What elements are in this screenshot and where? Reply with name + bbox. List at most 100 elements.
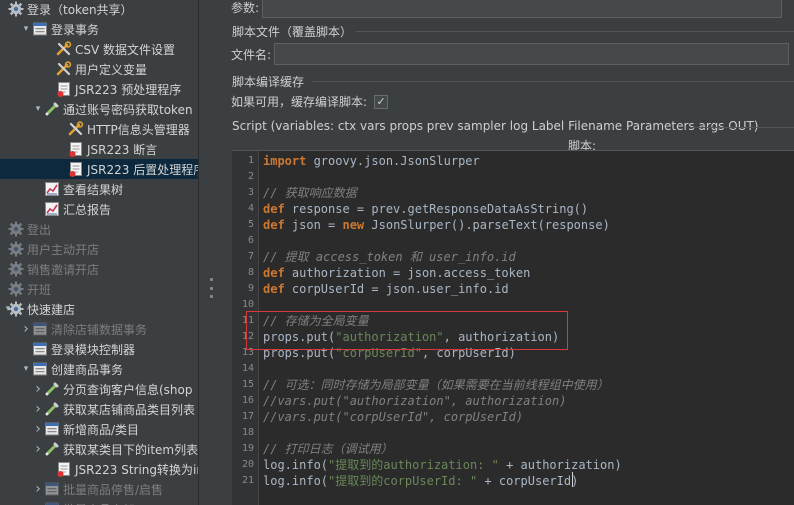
gear-icon — [8, 221, 24, 237]
splitter-grip-icon[interactable] — [208, 278, 214, 298]
test-plan-tree: 登录（token共享） ▾ 登录事务 CSV 数据文件设置用户定义变量 JSR223 预… — [0, 0, 198, 505]
code-line[interactable]: // 打印日志（调试用） — [263, 441, 393, 457]
tree-node[interactable]: JSR223 后置处理程序 — [0, 159, 198, 179]
code-line[interactable]: def corpUserId = json.user_info.id — [263, 281, 509, 297]
code-line[interactable]: def response = prev.getResponseDataAsStr… — [263, 201, 588, 217]
tree-node-label: 创建商品事务 — [51, 362, 124, 377]
tree-node[interactable]: HTTP信息头管理器 — [0, 119, 198, 139]
tree-node-label: 开班 — [27, 282, 52, 297]
tree-node[interactable]: › 新增商品/类目 — [0, 419, 198, 439]
params-input[interactable] — [262, 0, 783, 18]
code-line[interactable]: def authorization = json.access_token — [263, 265, 530, 281]
expand-arrow-right-icon[interactable]: › — [32, 399, 44, 419]
expand-arrow-right-icon[interactable]: › — [32, 499, 44, 505]
code-token: "提取到的authorization: " — [328, 458, 499, 472]
code-token: "提取到的corpUserId: " — [328, 474, 478, 488]
cache-row: 如果可用，缓存编译脚本: ✓ — [231, 93, 389, 110]
tree-node[interactable]: 用户主动开店 — [0, 239, 198, 259]
tree-node[interactable]: ▾ 通过账号密码获取token — [0, 99, 198, 119]
gear-icon — [8, 241, 24, 257]
code-line[interactable]: log.info("提取到的authorization: " + authori… — [263, 457, 622, 473]
expand-arrow-right-icon[interactable]: › — [32, 379, 44, 399]
sampler-pipette-icon — [44, 101, 60, 117]
gear-icon — [8, 301, 24, 317]
tree-node[interactable]: ▾ 快速建店 — [0, 299, 198, 319]
tree-node[interactable]: CSV 数据文件设置 — [0, 39, 198, 59]
code-line[interactable]: log.info("提取到的corpUserId: " + corpUserId… — [263, 473, 578, 489]
code-line[interactable]: //vars.put("authorization", authorizatio… — [263, 393, 566, 409]
script-editor[interactable]: 1 2 3 4 5 6 7 8 9 10 11 12 13 14 15 16 17 18 19 20 21 import… — [232, 150, 794, 505]
tree-node-label: 新增商品/类目 — [63, 422, 140, 437]
tree-node[interactable]: 登录模块控制器 — [0, 339, 198, 359]
tree-node[interactable]: 登出 — [0, 219, 198, 239]
params-row: 参数: — [231, 0, 783, 18]
tree-node[interactable]: JSR223 断言 — [0, 139, 198, 159]
tree-node[interactable]: › 获取某店铺商品类目列表 — [0, 399, 198, 419]
code-line[interactable]: import groovy.json.JsonSlurper — [263, 153, 480, 169]
tree-node[interactable]: ▾ 创建商品事务 — [0, 359, 198, 379]
expand-arrow-right-icon[interactable]: › — [32, 439, 44, 459]
code-token: json = — [284, 218, 343, 232]
tree-node-label: 登录模块控制器 — [51, 342, 136, 357]
line-number: 7 — [247, 251, 254, 262]
script-icon — [56, 461, 72, 477]
expand-arrow-down-icon[interactable]: ▾ — [20, 359, 32, 379]
tree-node[interactable]: › 清除店铺数据事务 — [0, 319, 198, 339]
tree-node-label: 快速建店 — [27, 302, 76, 317]
code-token: corpUserId = json.user_info.id — [284, 282, 509, 296]
section-divider — [312, 81, 794, 82]
script-icon — [68, 161, 84, 177]
code-line[interactable]: def json = new JsonSlurper().parseText(r… — [263, 217, 610, 233]
code-token: //vars.put("corpUserId", corpUserId) — [263, 410, 524, 424]
params-label: 参数: — [231, 0, 260, 15]
tree-node[interactable]: › 获取某类目下的item列表 — [0, 439, 198, 459]
expand-arrow-right-icon[interactable]: › — [32, 479, 44, 499]
line-number: 6 — [247, 235, 254, 246]
compile-cache-title: 脚本编译缓存 — [232, 75, 305, 89]
expand-arrow-right-icon[interactable]: › — [20, 319, 32, 339]
expand-arrow-down-icon[interactable]: ▾ — [32, 99, 44, 119]
filename-input[interactable] — [274, 43, 790, 65]
tree-node[interactable]: 登录（token共享） — [0, 0, 198, 19]
sampler-pipette-icon — [44, 381, 60, 397]
filename-row: 文件名: — [231, 43, 790, 65]
tree-node[interactable]: › 批量商品停售/启售 — [0, 479, 198, 499]
code-token: // 获取响应数据 — [263, 186, 357, 200]
script-title: Script (variables: ctx vars props prev s… — [232, 119, 759, 133]
tree-node-label: 批量商品停售/启售 — [63, 482, 164, 497]
line-number: 14 — [241, 363, 254, 374]
tree-node[interactable]: 查看结果树 — [0, 179, 198, 199]
script-icon — [68, 141, 84, 157]
tree-node[interactable]: 用户定义变量 — [0, 59, 198, 79]
tree-node-label: CSV 数据文件设置 — [75, 42, 176, 57]
expand-arrow-right-icon[interactable]: › — [32, 419, 44, 439]
tree-node[interactable]: 汇总报告 — [0, 199, 198, 219]
tree-node[interactable]: 开班 — [0, 279, 198, 299]
code-line[interactable]: // 提取 access_token 和 user_info.id — [263, 249, 516, 265]
tree-node[interactable]: › 分页查询客户信息(shop — [0, 379, 198, 399]
cache-compiled-checkbox[interactable]: ✓ — [374, 94, 389, 109]
panel-splitter[interactable] — [198, 0, 226, 505]
tree-node[interactable]: 销售邀请开店 — [0, 259, 198, 279]
line-number: 8 — [247, 267, 254, 278]
highlight-annotation-box — [246, 311, 568, 350]
tree-node-label: 用户主动开店 — [27, 242, 100, 257]
code-line[interactable]: // 获取响应数据 — [263, 185, 357, 201]
gear-icon — [8, 281, 24, 297]
tree-node[interactable]: JSR223 String转换为intg — [0, 459, 198, 479]
code-token: JsonSlurper().parseText(response) — [364, 218, 610, 232]
listener-chart-icon — [44, 181, 60, 197]
expand-arrow-down-icon[interactable]: ▾ — [20, 19, 32, 39]
config-wrench-icon — [56, 61, 72, 77]
code-line[interactable]: // 可选：同时存储为局部变量（如果需要在当前线程组中使用） — [263, 377, 609, 393]
code-token: def — [263, 202, 285, 216]
gear-icon — [8, 261, 24, 277]
tree-node[interactable]: JSR223 预处理程序 — [0, 79, 198, 99]
line-number: 5 — [247, 219, 254, 230]
code-line[interactable]: //vars.put("corpUserId", corpUserId) — [263, 409, 523, 425]
tree-node[interactable]: › 批量商品上架 — [0, 499, 198, 505]
tree-node[interactable]: ▾ 登录事务 — [0, 19, 198, 39]
